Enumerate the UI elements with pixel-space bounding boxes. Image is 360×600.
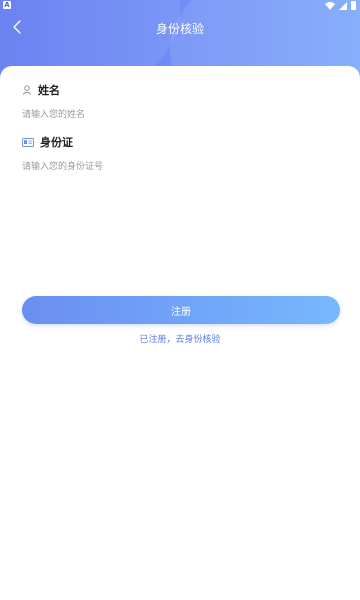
signal-icon	[339, 1, 347, 10]
id-card-field: 身份证	[22, 134, 338, 178]
wifi-icon	[325, 1, 335, 10]
id-card-label-row: 身份证	[22, 134, 338, 150]
name-label-row: 姓名	[22, 82, 338, 98]
id-card-icon	[22, 137, 34, 147]
page-title: 身份核验	[155, 22, 204, 36]
register-button[interactable]: 注册	[22, 296, 340, 324]
status-bar: A	[0, 0, 360, 12]
name-label: 姓名	[38, 84, 60, 97]
id-card-label: 身份证	[40, 136, 73, 149]
status-badge: A	[3, 1, 11, 9]
form-card: 姓名 身份证 注册 已注册，去身份核验	[0, 66, 360, 600]
user-icon	[22, 85, 32, 95]
name-field: 姓名	[22, 82, 338, 126]
verify-identity-link[interactable]: 已注册，去身份核验	[0, 332, 360, 345]
id-card-input[interactable]	[22, 156, 322, 178]
name-input[interactable]	[22, 104, 322, 126]
nav-bar: 身份核验	[0, 14, 360, 40]
status-icons	[325, 1, 356, 10]
battery-icon	[351, 1, 356, 10]
